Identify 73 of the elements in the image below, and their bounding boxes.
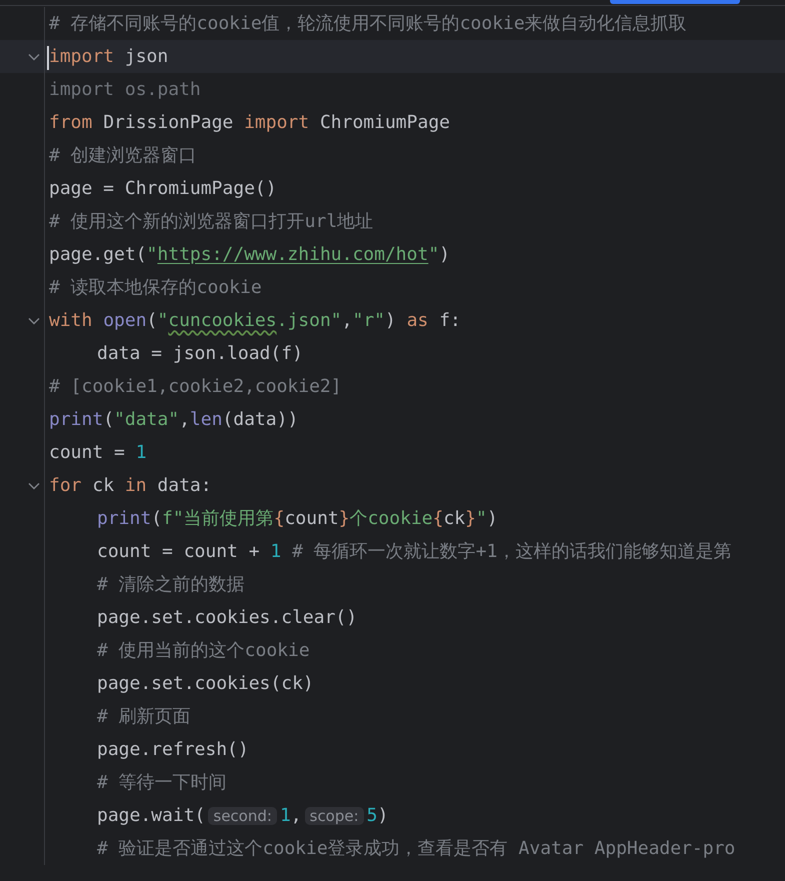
f-string-brace: { [432,508,444,528]
code-text: ck [91,474,116,496]
string-literal: " [157,310,168,330]
code-text: , [342,310,352,330]
code-comment: # 创建浏览器窗口 [49,144,197,166]
code-text: f: [438,310,461,330]
code-comment: # 刷新页面 [97,706,191,726]
code-comment: # 存储不同账号的cookie值，轮流使用不同账号的cookie来做自动化信息抓取 [49,12,687,34]
keyword: with [49,310,92,330]
parameter-hint: second: [208,806,277,824]
keyword: import [49,46,114,66]
text-cursor [47,46,49,70]
code-text: data: [156,474,212,496]
code-text: ( [151,508,162,528]
code-text: (data)) [222,408,298,430]
code-text: count = [49,442,126,462]
code-text: ChromiumPage [318,112,450,132]
number-literal: 1 [136,442,147,462]
code-text: page.refresh() [97,738,249,760]
string-literal: " [476,508,487,528]
code-text: DrissionPage [102,112,234,132]
code-comment: # 使用当前的这个cookie [97,640,310,660]
code-text: ) [385,310,397,330]
string-literal: .json" [276,310,342,330]
string-literal: "data" [114,408,180,430]
code-text: ck [443,508,466,528]
code-comment: # 每循环一次就让数字+1，这样的话我们能够知道是第 [291,540,732,562]
code-comment: # [cookie1,cookie2,cookie2] [49,376,342,396]
code-text: page = ChromiumPage() [49,178,277,198]
code-text: json [124,46,168,66]
f-string-brace: } [338,508,350,528]
code-text: count [284,508,339,528]
builtin-function: print [49,408,104,430]
code-text: page.set.cookies(ck) [97,672,314,694]
code-text: page.wait( [97,804,206,826]
string-literal: " [428,244,440,264]
code-comment: # 清除之前的数据 [97,574,245,594]
string-literal: " [146,244,158,264]
keyword: in [124,474,147,496]
code-text: count = count + [97,540,261,562]
code-text: ) [378,804,388,826]
string-literal: "r" [352,310,385,330]
code-text: ) [486,508,498,528]
builtin-function: print [97,508,152,528]
code-comment: # 使用这个新的浏览器窗口打开url地址 [49,210,374,232]
string-literal: 个cookie [350,508,433,528]
misspelled-word: cuncookies [168,310,277,330]
code-text: page.get( [49,244,147,264]
code-text: , [290,804,302,826]
code-text: ( [103,408,114,430]
keyword: for [49,474,82,496]
code-text: ) [439,244,450,264]
code-comment: # 等待一下时间 [97,772,227,792]
keyword: import [244,112,310,132]
f-string-brace: } [465,508,476,528]
url-link[interactable]: https://www.zhihu.com/hot [157,244,428,264]
number-literal: 1 [270,540,282,562]
parameter-hint: scope: [304,806,364,824]
code-text: page.set.cookies.clear() [97,606,358,628]
number-literal: 5 [366,804,378,826]
code-comment: # 验证是否通过这个cookie登录成功，查看是否有 Avatar AppHeader-pro [97,838,736,858]
code-text: data = json.load(f) [97,342,303,364]
keyword: from [49,112,92,132]
f-string-brace: { [274,508,285,528]
keyword: as [406,310,428,330]
builtin-function: open [102,310,147,330]
number-literal: 1 [280,804,291,826]
unused-import: import os.path [49,78,201,100]
code-text: ( [146,310,158,330]
string-literal: f"当前使用第 [162,508,274,528]
code-comment: # 读取本地保存的cookie [49,276,262,298]
code-text: , [179,408,190,430]
builtin-function: len [190,408,222,430]
